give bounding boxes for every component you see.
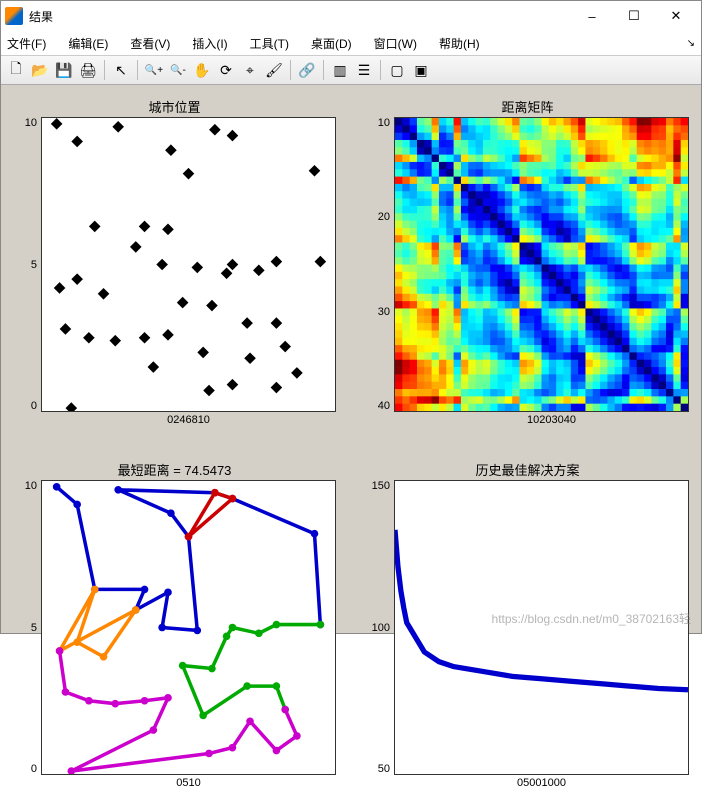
pointer-icon[interactable]: ↖ — [110, 59, 132, 81]
scatter-plot[interactable] — [41, 117, 336, 412]
watermark: https://blog.csdn.net/m0_38702163轻 — [492, 610, 691, 627]
toolbar-separator — [104, 60, 105, 80]
dock2-icon[interactable]: ▣ — [410, 59, 432, 81]
close-button[interactable]: ✕ — [655, 2, 697, 30]
zoom-out-icon[interactable]: 🔍- — [167, 59, 189, 81]
print-icon[interactable]: 🖨 — [77, 59, 99, 81]
app-icon — [5, 7, 23, 25]
x-axis-ticks: 05001000 — [489, 775, 566, 793]
link-icon[interactable]: 🔗 — [296, 59, 318, 81]
new-icon[interactable]: 🗋 — [5, 59, 27, 81]
window-controls: – ☐ ✕ — [571, 2, 697, 30]
heatmap-plot[interactable] — [394, 117, 689, 412]
dock-icon[interactable]: ▢ — [386, 59, 408, 81]
menu-bar: 文件(F) 编辑(E) 查看(V) 插入(I) 工具(T) 桌面(D) 窗口(W… — [1, 31, 701, 55]
subplot-shortest-distance: 最短距离 = 74.5473 1050 0510 — [13, 460, 336, 793]
maximize-button[interactable]: ☐ — [613, 2, 655, 30]
history-plot[interactable] — [394, 480, 689, 775]
x-axis-ticks: 0510 — [148, 775, 201, 793]
pan-icon[interactable]: ✋ — [191, 59, 213, 81]
subplot-title: 最短距离 = 74.5473 — [118, 460, 232, 476]
toolbar-separator — [380, 60, 381, 80]
datacursor-icon[interactable]: ⌖ — [239, 59, 261, 81]
menu-file[interactable]: 文件(F) — [7, 35, 46, 52]
subplot-title: 历史最佳解决方案 — [475, 460, 579, 476]
zoom-in-icon[interactable]: 🔍+ — [143, 59, 165, 81]
menu-tools[interactable]: 工具(T) — [250, 35, 289, 52]
window-title: 结果 — [29, 8, 571, 25]
subplot-title: 城市位置 — [148, 97, 200, 113]
open-icon[interactable]: 📂 — [29, 59, 51, 81]
toolbar-separator — [323, 60, 324, 80]
y-axis-ticks: 10203040 — [366, 117, 394, 412]
y-axis-ticks: 1050 — [13, 117, 41, 412]
menu-desktop[interactable]: 桌面(D) — [311, 35, 352, 52]
menu-overflow-icon[interactable]: ↘ — [687, 38, 695, 49]
minimize-button[interactable]: – — [571, 2, 613, 30]
menu-window[interactable]: 窗口(W) — [374, 35, 417, 52]
x-axis-ticks: 0246810 — [139, 412, 210, 430]
y-axis-ticks: 15010050 — [366, 480, 394, 775]
menu-view[interactable]: 查看(V) — [130, 35, 170, 52]
title-bar: 结果 – ☐ ✕ — [1, 1, 701, 31]
x-axis-ticks: 10203040 — [479, 412, 576, 430]
figure-area: 城市位置 1050 0246810 距离矩阵 10203040 10203040… — [1, 85, 701, 633]
colorbar-icon[interactable]: ▥ — [329, 59, 351, 81]
subplot-distance-matrix: 距离矩阵 10203040 10203040 — [366, 97, 689, 430]
brush-icon[interactable]: 🖌 — [263, 59, 285, 81]
subplot-title: 距离矩阵 — [501, 97, 553, 113]
toolbar-separator — [137, 60, 138, 80]
subplot-city-locations: 城市位置 1050 0246810 — [13, 97, 336, 430]
save-icon[interactable]: 💾 — [53, 59, 75, 81]
route-plot[interactable] — [41, 480, 336, 775]
menu-help[interactable]: 帮助(H) — [439, 35, 480, 52]
toolbar-separator — [290, 60, 291, 80]
menu-edit[interactable]: 编辑(E) — [68, 35, 108, 52]
y-axis-ticks: 1050 — [13, 480, 41, 775]
rotate-icon[interactable]: ⟳ — [215, 59, 237, 81]
menu-insert[interactable]: 插入(I) — [192, 35, 227, 52]
toolbar: 🗋 📂 💾 🖨 ↖ 🔍+ 🔍- ✋ ⟳ ⌖ 🖌 🔗 ▥ ☰ ▢ ▣ — [1, 55, 701, 85]
legend-icon[interactable]: ☰ — [353, 59, 375, 81]
